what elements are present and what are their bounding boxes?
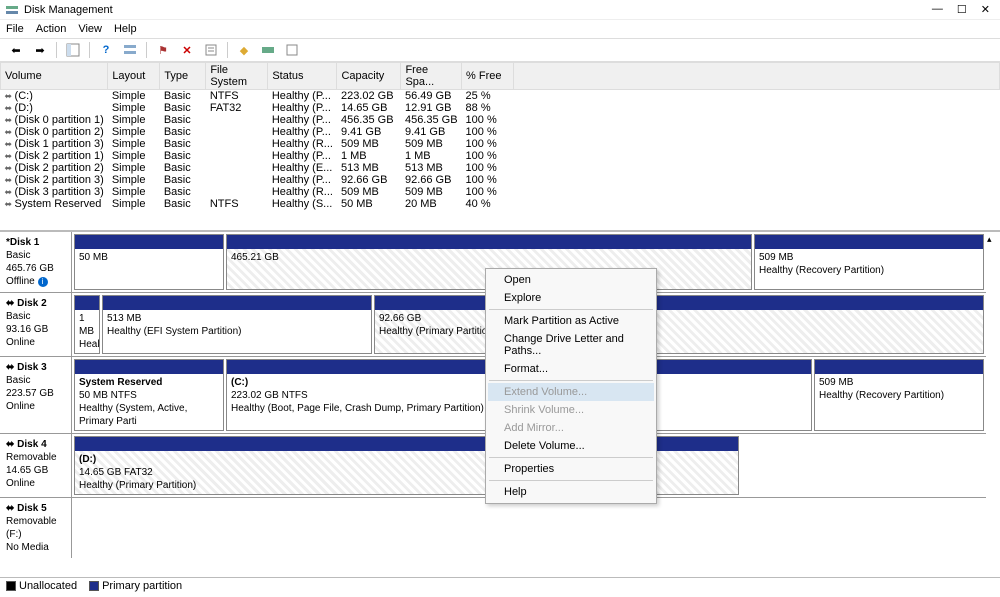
partition[interactable]: 509 MBHealthy (Recovery Partition)	[814, 359, 984, 431]
col-fs[interactable]: File System	[206, 63, 268, 90]
disk-name: Disk 1	[10, 237, 39, 248]
menu-file[interactable]: File	[6, 23, 24, 35]
settings-icon[interactable]	[120, 40, 140, 60]
col-type[interactable]: Type	[160, 63, 206, 90]
ctx-delete-volume[interactable]: Delete Volume...	[488, 437, 654, 455]
partition[interactable]: System Reserved50 MB NTFSHealthy (System…	[74, 359, 224, 431]
legend-primary: Primary partition	[102, 580, 182, 592]
table-row[interactable]: (Disk 0 partition 2)SimpleBasicHealthy (…	[1, 126, 1000, 138]
ctx-extend-volume: Extend Volume...	[488, 383, 654, 401]
partition[interactable]: 1 MBHealt	[74, 295, 100, 354]
disk-name: Disk 3	[17, 362, 46, 373]
ctx-mark-active[interactable]: Mark Partition as Active	[488, 312, 654, 330]
table-row[interactable]: (Disk 0 partition 1)SimpleBasicHealthy (…	[1, 114, 1000, 126]
volume-list-pane: Volume Layout Type File System Status Ca…	[0, 62, 1000, 232]
partition-icon[interactable]	[258, 40, 278, 60]
table-row[interactable]: (Disk 2 partition 3)SimpleBasicHealthy (…	[1, 174, 1000, 186]
disk-info[interactable]: ⬌ Disk 4 Removable 14.65 GB Online	[0, 434, 72, 497]
menu-action[interactable]: Action	[36, 23, 67, 35]
show-hide-icon[interactable]	[63, 40, 83, 60]
col-capacity[interactable]: Capacity	[337, 63, 401, 90]
col-pct[interactable]: % Free	[462, 63, 514, 90]
info-icon[interactable]: i	[38, 277, 48, 287]
title-bar: Disk Management — ☐ ✕	[0, 0, 1000, 20]
table-row[interactable]: (D:)SimpleBasicFAT32Healthy (P...14.65 G…	[1, 102, 1000, 114]
ctx-shrink-volume: Shrink Volume...	[488, 401, 654, 419]
volume-table[interactable]: Volume Layout Type File System Status Ca…	[0, 62, 1000, 210]
table-row[interactable]: (Disk 2 partition 2)SimpleBasicHealthy (…	[1, 162, 1000, 174]
ctx-open[interactable]: Open	[488, 271, 654, 289]
disk-info[interactable]: ⬌ Disk 2 Basic 93.16 GB Online	[0, 293, 72, 356]
minimize-button[interactable]: —	[932, 3, 943, 16]
delete-icon[interactable]: ✕	[177, 40, 197, 60]
disk-name: Disk 2	[17, 298, 46, 309]
forward-icon[interactable]: ➡	[30, 40, 50, 60]
disk-info[interactable]: *Disk 1 Basic 465.76 GB Offline i	[0, 232, 72, 292]
ctx-format[interactable]: Format...	[488, 360, 654, 378]
ctx-change-letter[interactable]: Change Drive Letter and Paths...	[488, 330, 654, 360]
maximize-button[interactable]: ☐	[957, 3, 967, 16]
table-row[interactable]: (Disk 1 partition 3)SimpleBasicHealthy (…	[1, 138, 1000, 150]
ctx-help[interactable]: Help	[488, 483, 654, 501]
legend-unallocated: Unallocated	[19, 580, 77, 592]
disk-name: Disk 5	[17, 503, 46, 514]
col-volume[interactable]: Volume	[1, 63, 108, 90]
partition[interactable]: 92.66 GBHealthy (Primary Partition)	[374, 295, 984, 354]
table-row[interactable]: (Disk 3 partition 3)SimpleBasicHealthy (…	[1, 186, 1000, 198]
table-row[interactable]: System ReservedSimpleBasicNTFSHealthy (S…	[1, 198, 1000, 210]
help-icon[interactable]: ?	[96, 40, 116, 60]
close-button[interactable]: ✕	[981, 3, 990, 16]
ctx-explore[interactable]: Explore	[488, 289, 654, 307]
menu-view[interactable]: View	[78, 23, 102, 35]
disk-info[interactable]: ⬌ Disk 5 Removable (F:) No Media	[0, 498, 72, 558]
new-icon[interactable]: ◆	[234, 40, 254, 60]
context-menu: Open Explore Mark Partition as Active Ch…	[485, 268, 657, 504]
table-row[interactable]: (Disk 2 partition 1)SimpleBasicHealthy (…	[1, 150, 1000, 162]
window-title: Disk Management	[24, 4, 932, 16]
app-icon	[4, 2, 20, 18]
partition[interactable]: 50 MB	[74, 234, 224, 290]
disk-icon[interactable]	[282, 40, 302, 60]
refresh-icon[interactable]: ⚑	[153, 40, 173, 60]
back-icon[interactable]: ⬅	[6, 40, 26, 60]
ctx-add-mirror: Add Mirror...	[488, 419, 654, 437]
col-free[interactable]: Free Spa...	[401, 63, 462, 90]
table-row[interactable]: (C:)SimpleBasicNTFSHealthy (P...223.02 G…	[1, 90, 1000, 103]
toolbar: ⬅ ➡ ? ⚑ ✕ ◆	[0, 38, 1000, 62]
col-status[interactable]: Status	[268, 63, 337, 90]
legend: Unallocated Primary partition	[0, 577, 1000, 594]
disk-info[interactable]: ⬌ Disk 3 Basic 223.57 GB Online	[0, 357, 72, 433]
properties-icon[interactable]	[201, 40, 221, 60]
menu-help[interactable]: Help	[114, 23, 137, 35]
col-layout[interactable]: Layout	[108, 63, 160, 90]
partition[interactable]: 509 MBHealthy (Recovery Partition)	[754, 234, 984, 290]
disk-name: Disk 4	[17, 439, 46, 450]
partition[interactable]: 513 MBHealthy (EFI System Partition)	[102, 295, 372, 354]
disk-row: ⬌ Disk 5 Removable (F:) No Media	[0, 498, 986, 558]
scroll-up-icon[interactable]: ▴	[987, 234, 998, 245]
ctx-properties[interactable]: Properties	[488, 460, 654, 478]
menu-bar: File Action View Help	[0, 20, 1000, 38]
